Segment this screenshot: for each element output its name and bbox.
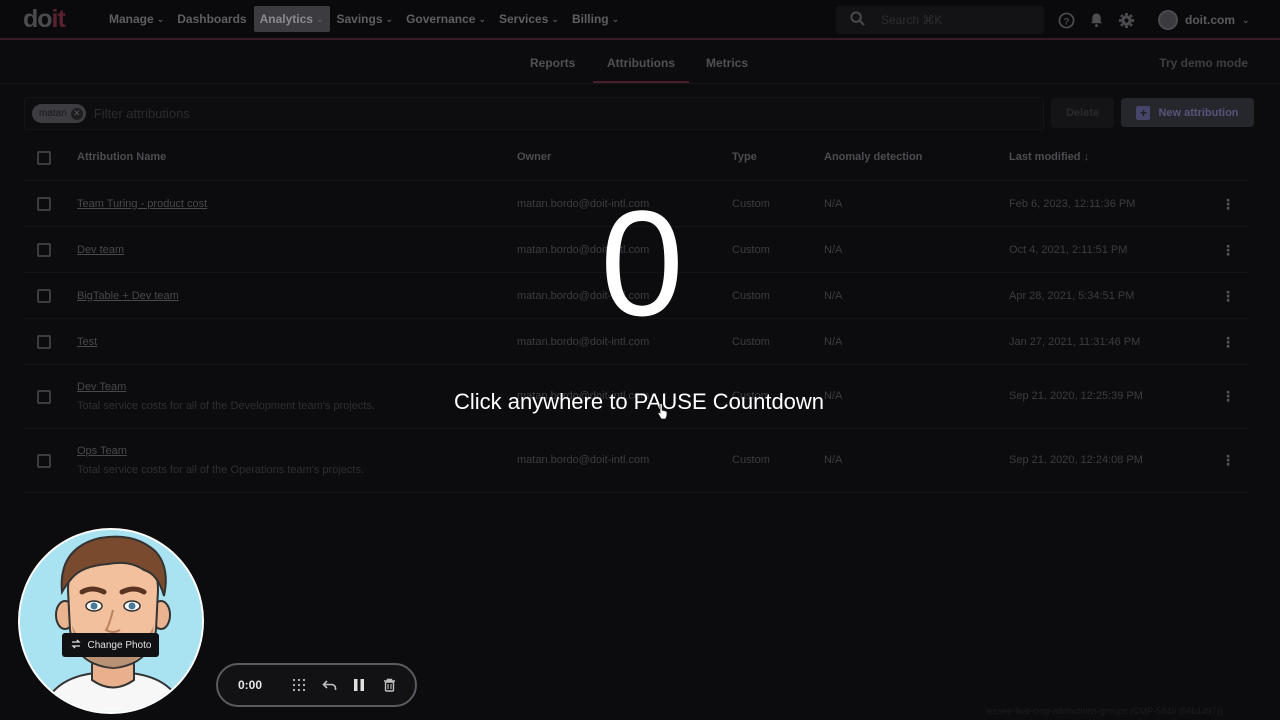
chevron-down-icon: ⌄ [611,13,620,24]
new-attribution-label: New attribution [1158,106,1239,119]
bell-icon[interactable] [1086,10,1106,30]
search-icon [850,11,865,29]
tab-metrics[interactable]: Metrics [706,56,748,70]
nav-item-governance[interactable]: Governance ⌄ [400,6,492,32]
webcam-bubble[interactable] [18,528,204,714]
help-icon[interactable]: ? [1056,10,1076,30]
svg-text:?: ? [1063,16,1069,27]
account-menu[interactable]: doit.com ⌄ [1158,8,1250,32]
chevron-down-icon: ⌄ [315,13,324,24]
type-cell: Custom [732,454,770,466]
top-navigation-bar: do it Manage ⌄ Dashboards Analytics ⌄ Savin… [0,0,1280,40]
modified-cell: Sep 21, 2020, 12:24:08 PM [1009,454,1143,466]
new-attribution-button[interactable]: + New attribution [1121,98,1254,127]
avatar-illustration [20,530,202,712]
recording-timer: 0:00 [238,678,263,692]
filter-attributions-input[interactable]: matan ✕ Filter attributions [24,97,1044,130]
pause-icon[interactable] [344,670,374,700]
filter-chip[interactable]: matan ✕ [32,104,86,123]
nav-item-savings[interactable]: Savings ⌄ [331,6,400,32]
build-version-note: lessee-feat-cmp-attributions-groups (CMP… [986,706,1223,716]
more-vert-icon[interactable]: ⋮ [1221,453,1235,467]
row-divider [24,492,1248,493]
pause-countdown-message[interactable]: Click anywhere to PAUSE Countdown [0,389,1278,415]
header-type[interactable]: Type [732,151,757,163]
grid-icon[interactable] [284,670,314,700]
chevron-down-icon: ⌄ [1242,14,1250,25]
swap-icon [70,638,82,653]
trash-icon[interactable] [374,670,404,700]
undo-icon[interactable] [314,670,344,700]
account-avatar [1158,10,1178,30]
tab-reports[interactable]: Reports [530,56,575,70]
attribution-name-link[interactable]: Ops Team [77,445,127,457]
row-divider [24,428,1248,429]
nav-label: Governance [406,12,476,26]
header-last-modified-label: Last modified [1009,151,1081,163]
hand-cursor-icon [657,403,668,420]
chevron-down-icon: ⌄ [385,13,394,24]
header-anomaly-detection[interactable]: Anomaly detection [824,151,922,163]
search-input[interactable]: Search ⌘K [836,6,1044,34]
header-owner[interactable]: Owner [517,151,551,163]
logo-it: it [51,4,66,33]
nav-label: Billing [571,12,609,26]
nav-label: Dashboards [177,12,247,26]
main-nav: Manage ⌄ Dashboards Analytics ⌄ Savings ⌄ G… [103,0,626,39]
change-photo-button[interactable]: Change Photo [62,633,159,657]
nav-label: Services [499,12,549,26]
nav-item-analytics[interactable]: Analytics ⌄ [253,6,330,32]
row-divider [24,364,1248,365]
search-placeholder: Search ⌘K [881,13,943,27]
nav-item-services[interactable]: Services ⌄ [493,6,565,32]
gear-icon[interactable] [1116,10,1136,30]
logo-do: do [23,4,53,33]
delete-button[interactable]: Delete [1051,98,1114,128]
owner-cell: matan.bordo@doit-intl.com [517,454,650,466]
filter-chip-label: matan [39,108,67,119]
attribution-description: Total service costs for all of the Opera… [77,464,364,476]
chevron-down-icon: ⌄ [551,13,559,24]
arrow-down-icon: ↓ [1083,151,1090,163]
doit-logo[interactable]: do it [23,5,91,33]
filter-placeholder: Filter attributions [93,106,190,121]
nav-item-manage[interactable]: Manage ⌄ [103,6,170,32]
analytics-subtabs: Reports Attributions Metrics Try demo mo… [0,42,1280,84]
chevron-down-icon: ⌄ [478,13,486,24]
countdown-number[interactable]: 0 [0,188,1280,338]
tab-attributions[interactable]: Attributions [593,56,689,83]
recording-controls: 0:00 [216,663,417,707]
nav-item-billing[interactable]: Billing ⌄ [566,6,625,32]
select-all-checkbox[interactable] [37,151,51,165]
header-attribution-name[interactable]: Attribution Name [77,151,166,163]
change-photo-label: Change Photo [87,639,152,651]
try-demo-mode-link[interactable]: Try demo mode [1159,56,1248,70]
nav-label: Savings [336,12,383,26]
account-label: doit.com [1185,13,1235,27]
add-icon: + [1136,105,1151,120]
header-last-modified[interactable]: Last modified ↓ [1009,151,1089,163]
chevron-down-icon: ⌄ [156,13,165,24]
nav-item-dashboards[interactable]: Dashboards [171,6,252,32]
close-icon[interactable]: ✕ [70,107,83,120]
nav-label: Manage [109,12,154,26]
row-checkbox[interactable] [37,454,51,468]
anomaly-cell: N/A [824,454,843,466]
nav-label: Analytics [259,12,313,26]
